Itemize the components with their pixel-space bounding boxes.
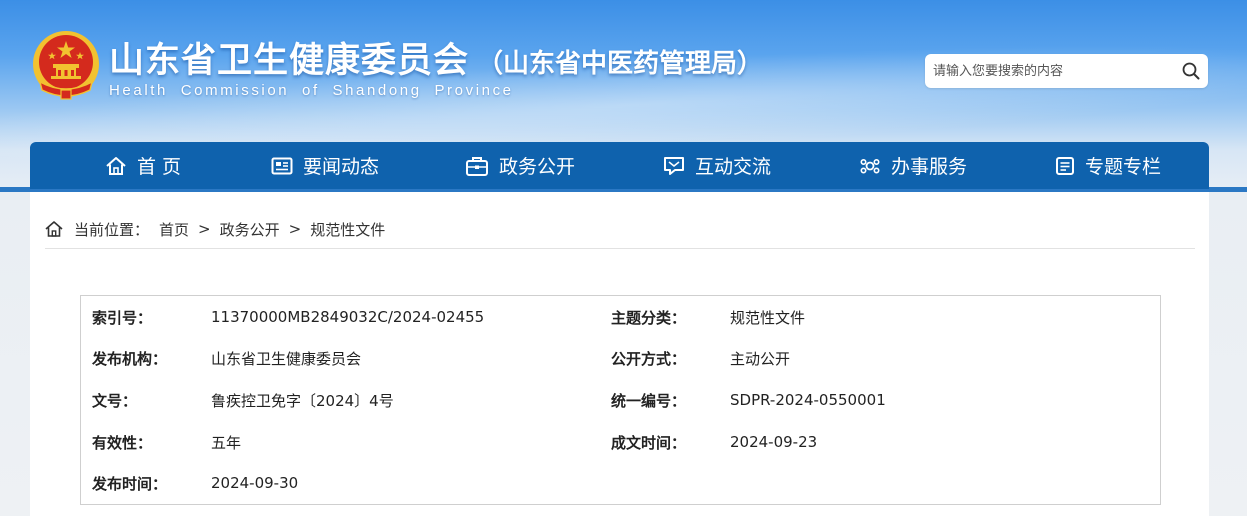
column-icon: [1055, 156, 1074, 175]
search-input[interactable]: [933, 56, 1173, 86]
national-emblem-icon: [33, 31, 99, 100]
nav-item-label: 首 页: [136, 156, 182, 178]
info-row: 发布机构： 山东省卫生健康委员会 公开方式： 主动公开: [81, 337, 1162, 379]
breadcrumb-separator: >: [198, 220, 211, 238]
info-label-written-date: 成文时间：: [611, 433, 687, 452]
site-title: 山东省卫生健康委员会 （山东省中医药管理局）: [109, 32, 763, 83]
nav-item-special-columns[interactable]: 专题专栏: [1048, 142, 1168, 189]
info-label-index: 索引号：: [92, 308, 153, 327]
search-button[interactable]: [1180, 60, 1202, 82]
nav-item-government-affairs[interactable]: 政务公开: [460, 142, 580, 189]
site-english-name: Health Commission of Shandong Province: [109, 82, 514, 99]
info-row: 发布时间： 2024-09-30: [81, 462, 1162, 504]
info-value-publish-date: 2024-09-30: [211, 474, 299, 492]
info-value-index: 11370000MB2849032C/2024-02455: [211, 308, 485, 326]
home-icon: [44, 220, 64, 238]
info-label-doc-number: 文号：: [92, 391, 138, 410]
info-label-topic: 主题分类：: [611, 308, 687, 327]
info-row: 文号： 鲁疾控卫免字〔2024〕4号 统一编号： SDPR-2024-05500…: [81, 379, 1162, 421]
info-label-unified-number: 统一编号：: [611, 391, 687, 410]
breadcrumb-link-normative-documents[interactable]: 规范性文件: [310, 219, 385, 240]
info-label-publisher: 发布机构：: [92, 349, 168, 368]
breadcrumb-prefix: 当前位置：: [74, 220, 150, 239]
news-icon: [271, 157, 293, 174]
breadcrumb-separator: >: [288, 220, 302, 238]
breadcrumb-link-government-affairs[interactable]: 政务公开: [220, 219, 280, 240]
info-value-disclosure: 主动公开: [730, 349, 791, 368]
breadcrumb-link-home[interactable]: 首页: [159, 219, 189, 240]
divider: [45, 248, 1195, 249]
document-info-table: 索引号： 11370000MB2849032C/2024-02455 主题分类：…: [80, 295, 1161, 505]
nav-item-news[interactable]: 要闻动态: [265, 142, 385, 189]
site-title-main: 山东省卫生健康委员会: [109, 41, 470, 81]
info-label-publish-date: 发布时间：: [92, 474, 168, 493]
info-value-written-date: 2024-09-23: [730, 433, 818, 451]
briefcase-icon: [465, 156, 488, 176]
nav-item-label: 办事服务: [890, 156, 967, 178]
site-title-sub: （山东省中医药管理局）: [477, 49, 764, 79]
main-nav: 首 页 要闻动态 政务公开 互动交流 办事服务 专题专栏: [30, 142, 1209, 189]
nav-item-label: 要闻动态: [302, 156, 379, 178]
nav-item-label: 专题专栏: [1084, 156, 1161, 178]
info-value-validity: 五年: [211, 433, 242, 452]
interaction-icon: [663, 156, 684, 175]
info-value-topic: 规范性文件: [730, 308, 806, 327]
info-row: 有效性： 五年 成文时间： 2024-09-23: [81, 421, 1162, 463]
info-row: 索引号： 11370000MB2849032C/2024-02455 主题分类：…: [81, 296, 1162, 338]
info-value-doc-number: 鲁疾控卫免字〔2024〕4号: [211, 391, 394, 410]
search-box: [925, 54, 1208, 88]
nav-item-home[interactable]: 首 页: [88, 142, 198, 189]
main-content: 当前位置： 首页 > 政务公开 > 规范性文件 索引号： 11370000MB2…: [30, 192, 1209, 516]
search-icon: [1182, 62, 1200, 80]
nav-item-label: 政务公开: [498, 156, 575, 178]
nav-item-services[interactable]: 办事服务: [853, 142, 973, 189]
info-label-disclosure: 公开方式：: [611, 349, 687, 368]
nav-item-interaction[interactable]: 互动交流: [657, 142, 777, 189]
info-value-unified-number: SDPR-2024-0550001: [730, 391, 886, 409]
service-icon: [860, 158, 880, 174]
nav-item-label: 互动交流: [694, 156, 771, 178]
breadcrumb: 当前位置： 首页 > 政务公开 > 规范性文件: [44, 218, 385, 240]
info-value-publisher: 山东省卫生健康委员会: [211, 349, 362, 368]
home-icon: [106, 156, 126, 175]
info-label-validity: 有效性：: [92, 433, 153, 452]
